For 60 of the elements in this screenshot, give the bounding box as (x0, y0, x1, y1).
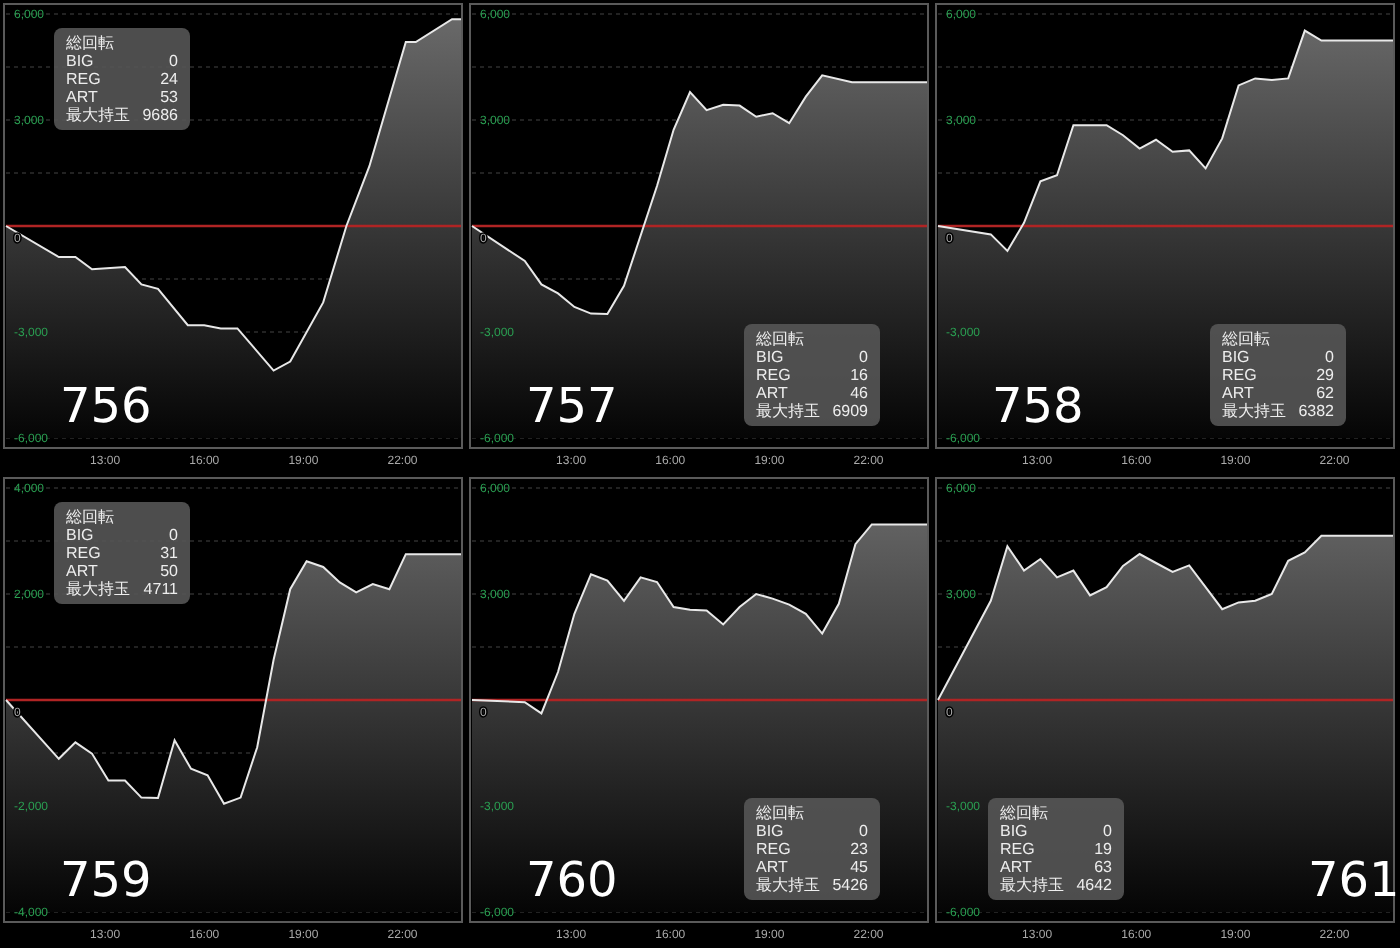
stats-title: 総回転 (66, 508, 116, 526)
stats-label: BIG (1000, 822, 1028, 840)
stats-value: 46 (850, 384, 868, 402)
stats-value: 0 (169, 52, 178, 70)
stats-value: 62 (1316, 384, 1334, 402)
stats-value: 16 (850, 366, 868, 384)
stats-value: 0 (1325, 348, 1334, 366)
stats-title: 総回転 (756, 330, 806, 348)
machine-number: 760 (526, 854, 618, 906)
stats-label: 最大持玉 (66, 106, 130, 124)
stats-label: 最大持玉 (66, 580, 130, 598)
stats-label: REG (1222, 366, 1257, 384)
stats-value: 4711 (143, 580, 178, 598)
stats-value: 29 (1316, 366, 1334, 384)
machine-number: 758 (992, 380, 1084, 432)
stats-label: BIG (756, 348, 784, 366)
stats-value: 6382 (1298, 402, 1334, 420)
stats-value: 5426 (832, 876, 868, 894)
stats-value: 6909 (832, 402, 868, 420)
stats-label: BIG (1222, 348, 1250, 366)
stats-title: 総回転 (66, 34, 116, 52)
stats-value: 50 (160, 562, 178, 580)
stats-label: 最大持玉 (1222, 402, 1286, 420)
stats-label: REG (756, 840, 791, 858)
stats-label: BIG (66, 52, 94, 70)
stats-label: BIG (756, 822, 784, 840)
stats-label: ART (66, 562, 98, 580)
machine-number: 757 (526, 380, 618, 432)
stats-value: 31 (160, 544, 178, 562)
machine-number: 761 (1308, 854, 1400, 906)
stats-value: 0 (859, 348, 868, 366)
stats-value: 19 (1094, 840, 1112, 858)
stats-label: 最大持玉 (756, 402, 820, 420)
stats-label: ART (1222, 384, 1254, 402)
stats-label: ART (756, 858, 788, 876)
stats-label: ART (756, 384, 788, 402)
stats-label: BIG (66, 526, 94, 544)
stats-label: REG (66, 70, 101, 88)
stats-title: 総回転 (1000, 804, 1050, 822)
stats-value: 9686 (142, 106, 178, 124)
stats-label: ART (66, 88, 98, 106)
stats-title: 総回転 (1222, 330, 1272, 348)
stats-value: 0 (859, 822, 868, 840)
machine-number: 759 (60, 854, 152, 906)
stats-value: 45 (850, 858, 868, 876)
stats-value: 0 (1103, 822, 1112, 840)
stats-value: 24 (160, 70, 178, 88)
stats-label: ART (1000, 858, 1032, 876)
stats-value: 53 (160, 88, 178, 106)
stats-value: 23 (850, 840, 868, 858)
stats-label: 最大持玉 (1000, 876, 1064, 894)
stats-value: 0 (169, 526, 178, 544)
stats-label: REG (66, 544, 101, 562)
machine-number: 756 (60, 380, 152, 432)
stats-title: 総回転 (756, 804, 806, 822)
stats-label: REG (1000, 840, 1035, 858)
stats-value: 4642 (1076, 876, 1112, 894)
stats-label: 最大持玉 (756, 876, 820, 894)
stats-value: 63 (1094, 858, 1112, 876)
stats-label: REG (756, 366, 791, 384)
